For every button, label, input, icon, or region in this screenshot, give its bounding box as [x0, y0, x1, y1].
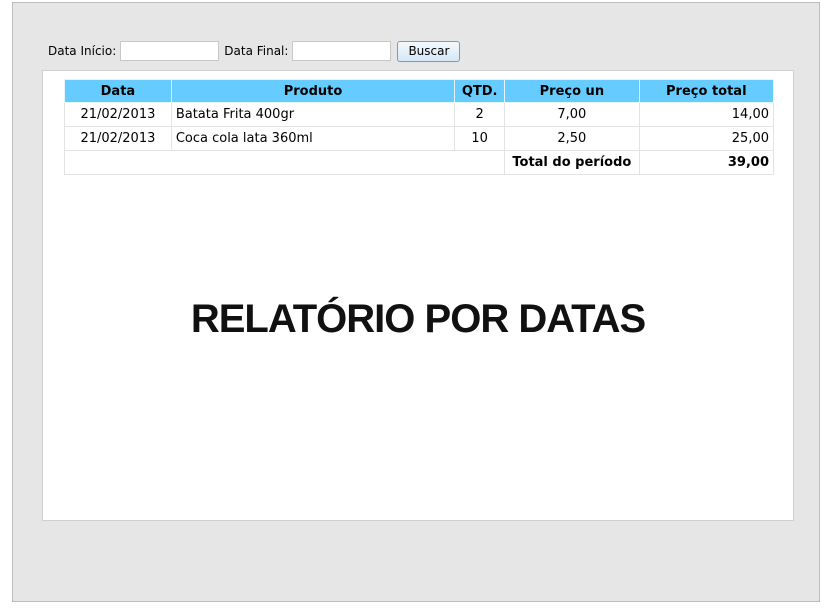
cell-date: 21/02/2013	[64, 102, 172, 127]
cell-total-price: 14,00	[638, 102, 775, 127]
report-panel: Data Produto QTD. Preço un Preço total 2…	[42, 70, 794, 521]
table-header-row: Data Produto QTD. Preço un Preço total	[64, 79, 775, 103]
table-total-row: Total do período 39,00	[63, 150, 775, 175]
period-total-value: 39,00	[638, 150, 775, 175]
period-total-label: Total do período	[504, 150, 640, 175]
cell-unit-price: 7,00	[504, 102, 640, 127]
start-date-input[interactable]	[120, 41, 220, 61]
cell-product: Coca cola lata 360ml	[170, 126, 456, 151]
end-date-label: Data Final:	[224, 44, 289, 58]
cell-unit-price: 2,50	[504, 126, 640, 151]
cell-qty: 10	[454, 126, 506, 151]
report-window: Data Início: Data Final: Buscar Data Pro…	[12, 2, 820, 602]
total-row-spacer	[63, 150, 506, 175]
start-date-label: Data Início:	[48, 44, 117, 58]
cell-qty: 2	[454, 102, 506, 127]
end-date-input[interactable]	[292, 41, 392, 61]
column-header-unit-price: Preço un	[504, 79, 640, 103]
cell-date: 21/02/2013	[64, 126, 172, 151]
search-button[interactable]: Buscar	[397, 40, 461, 62]
column-header-date: Data	[64, 79, 172, 103]
column-header-total-price: Preço total	[638, 79, 775, 103]
date-filter-bar: Data Início: Data Final: Buscar	[48, 39, 461, 63]
table-row: 21/02/2013 Batata Frita 400gr 2 7,00 14,…	[64, 102, 775, 127]
table-row: 21/02/2013 Coca cola lata 360ml 10 2,50 …	[64, 126, 775, 151]
report-table: Data Produto QTD. Preço un Preço total 2…	[63, 79, 775, 175]
cell-total-price: 25,00	[638, 126, 775, 151]
report-headline: RELATÓRIO POR DATAS	[190, 297, 646, 341]
column-header-qty: QTD.	[454, 79, 506, 103]
cell-product: Batata Frita 400gr	[170, 102, 456, 127]
column-header-product: Produto	[170, 79, 456, 103]
